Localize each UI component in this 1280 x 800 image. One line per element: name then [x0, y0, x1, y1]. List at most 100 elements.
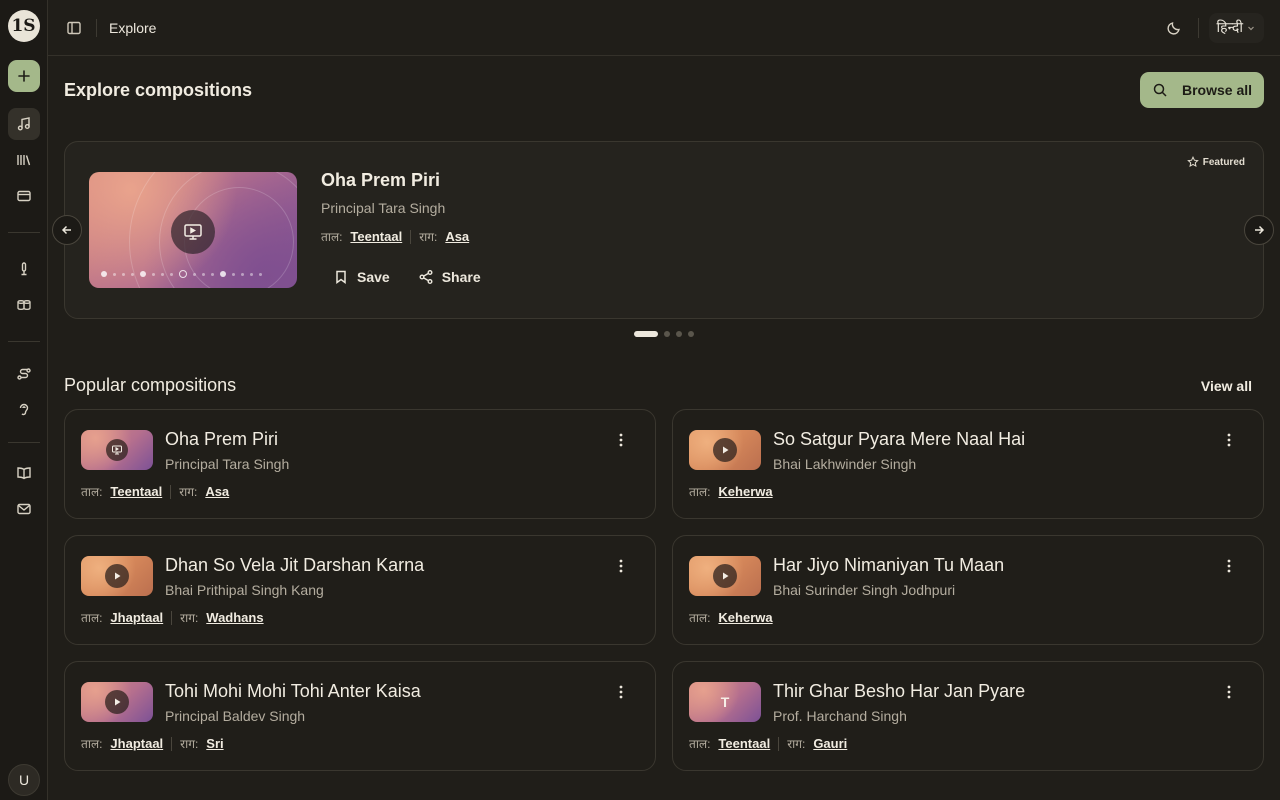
play-button[interactable]	[105, 690, 129, 714]
sidebar: 1S U	[0, 0, 48, 800]
taal-label: ताल:	[689, 611, 711, 625]
sidebar-item-messages[interactable]	[8, 493, 40, 525]
more-options-button[interactable]	[613, 684, 629, 700]
featured-thumbnail[interactable]	[89, 172, 297, 288]
sidebar-item-library[interactable]	[8, 144, 40, 176]
raag-link[interactable]: Asa	[205, 484, 229, 499]
play-button[interactable]	[713, 438, 737, 462]
video-play-icon	[184, 224, 202, 240]
browse-all-button[interactable]: Browse all	[1140, 72, 1264, 108]
browse-all-label: Browse all	[1182, 82, 1253, 98]
composition-thumbnail[interactable]	[81, 556, 153, 596]
composition-title[interactable]: Har Jiyo Nimaniyan Tu Maan	[773, 555, 1004, 576]
more-options-button[interactable]	[1221, 684, 1237, 700]
carousel-dot[interactable]	[664, 331, 670, 337]
new-composition-button[interactable]	[7, 60, 40, 92]
sidebar-item-cards[interactable]	[8, 180, 40, 212]
composition-card[interactable]: T Thir Ghar Besho Har Jan Pyare Prof. Ha…	[672, 661, 1264, 771]
more-options-button[interactable]	[613, 432, 629, 448]
composition-thumbnail[interactable]	[81, 682, 153, 722]
composition-artist: Bhai Prithipal Singh Kang	[165, 582, 324, 598]
view-all-link[interactable]: View all	[1201, 378, 1252, 394]
raag-link[interactable]: Sri	[206, 736, 223, 751]
composition-thumbnail[interactable]: T	[689, 682, 761, 722]
composition-card[interactable]: So Satgur Pyara Mere Naal Hai Bhai Lakhw…	[672, 409, 1264, 519]
taal-label: ताल:	[81, 737, 103, 751]
featured-badge: Featured	[1186, 156, 1245, 168]
composition-thumbnail[interactable]	[81, 430, 153, 470]
composition-title[interactable]: Thir Ghar Besho Har Jan Pyare	[773, 681, 1025, 702]
play-icon	[115, 698, 121, 706]
carousel-dot[interactable]	[634, 331, 658, 337]
play-button[interactable]	[106, 439, 128, 461]
raag-link[interactable]: Gauri	[813, 736, 847, 751]
thumbnail-initial: T	[720, 694, 730, 710]
share-icon	[419, 270, 433, 284]
composition-card[interactable]: Dhan So Vela Jit Darshan Karna Bhai Prit…	[64, 535, 656, 645]
composition-card[interactable]: Har Jiyo Nimaniyan Tu Maan Bhai Surinder…	[672, 535, 1264, 645]
sidebar-item-reading[interactable]	[8, 457, 40, 489]
carousel-dot[interactable]	[688, 331, 694, 337]
more-vertical-icon	[1227, 685, 1231, 699]
taal-link[interactable]: Teentaal	[350, 229, 402, 244]
popular-section-title: Popular compositions	[64, 375, 237, 395]
more-options-button[interactable]	[1221, 558, 1237, 574]
top-bar: Explore हिन्दी	[48, 0, 1280, 56]
featured-composition-card[interactable]: Oha Prem Piri Principal Tara Singh ताल: …	[64, 141, 1264, 319]
taal-link[interactable]: Keherwa	[718, 610, 772, 625]
taal-link[interactable]: Keherwa	[718, 484, 772, 499]
play-icon	[115, 572, 121, 580]
taal-link[interactable]: Teentaal	[718, 736, 770, 751]
theme-toggle-button[interactable]	[1160, 14, 1188, 42]
carousel-dot[interactable]	[676, 331, 682, 337]
composition-title[interactable]: Tohi Mohi Mohi Tohi Anter Kaisa	[165, 681, 421, 702]
language-label: हिन्दी	[1216, 19, 1243, 35]
sidebar-item-ear-training[interactable]	[8, 394, 40, 426]
taal-link[interactable]: Jhaptaal	[110, 610, 163, 625]
raag-label: राग:	[419, 230, 438, 244]
sidebar-item-route[interactable]	[8, 358, 40, 390]
composition-thumbnail[interactable]	[689, 556, 761, 596]
composition-title[interactable]: Dhan So Vela Jit Darshan Karna	[165, 555, 424, 576]
taal-link[interactable]: Jhaptaal	[110, 736, 163, 751]
composition-card[interactable]: Oha Prem Piri Principal Tara Singh ताल: …	[64, 409, 656, 519]
composition-meta: ताल: Jhaptaal राग: Sri	[81, 735, 224, 752]
arrow-left-icon	[61, 225, 71, 235]
raag-link[interactable]: Wadhans	[206, 610, 263, 625]
more-options-button[interactable]	[1221, 432, 1237, 448]
carousel-next-button[interactable]	[1244, 215, 1274, 245]
app-logo[interactable]: 1S	[7, 10, 40, 42]
composition-thumbnail[interactable]	[689, 430, 761, 470]
share-label: Share	[441, 269, 481, 285]
play-icon	[723, 572, 729, 580]
featured-badge-label: Featured	[1202, 156, 1245, 168]
share-button[interactable]: Share	[418, 269, 481, 285]
composition-title[interactable]: Oha Prem Piri	[165, 429, 278, 450]
arrow-right-icon	[1255, 225, 1265, 235]
composition-card[interactable]: Tohi Mohi Mohi Tohi Anter Kaisa Principa…	[64, 661, 656, 771]
waveform-dots	[101, 270, 262, 278]
sidebar-item-compositions[interactable]	[7, 108, 40, 140]
play-button[interactable]	[713, 564, 737, 588]
bookmark-icon	[336, 270, 346, 284]
taal-label: ताल:	[81, 611, 103, 625]
featured-title[interactable]: Oha Prem Piri	[321, 170, 440, 191]
user-avatar[interactable]: U	[8, 764, 40, 796]
sidebar-toggle-button[interactable]	[64, 18, 84, 38]
play-button[interactable]	[105, 564, 129, 588]
more-options-button[interactable]	[613, 558, 629, 574]
carousel-prev-button[interactable]	[52, 215, 82, 245]
library-icon	[16, 155, 30, 166]
taal-link[interactable]: Teentaal	[110, 484, 162, 499]
play-icon	[723, 446, 729, 454]
raag-label: राग:	[179, 485, 198, 499]
sidebar-item-tabla[interactable]	[8, 289, 40, 321]
sidebar-item-microphone[interactable]	[8, 253, 40, 285]
raag-link[interactable]: Asa	[445, 229, 469, 244]
save-button[interactable]: Save	[333, 269, 390, 285]
composition-title[interactable]: So Satgur Pyara Mere Naal Hai	[773, 429, 1025, 450]
taal-label: ताल:	[689, 485, 711, 499]
music-note-icon	[17, 117, 30, 131]
featured-play-button[interactable]	[171, 210, 215, 254]
language-select[interactable]: हिन्दी	[1208, 12, 1264, 43]
